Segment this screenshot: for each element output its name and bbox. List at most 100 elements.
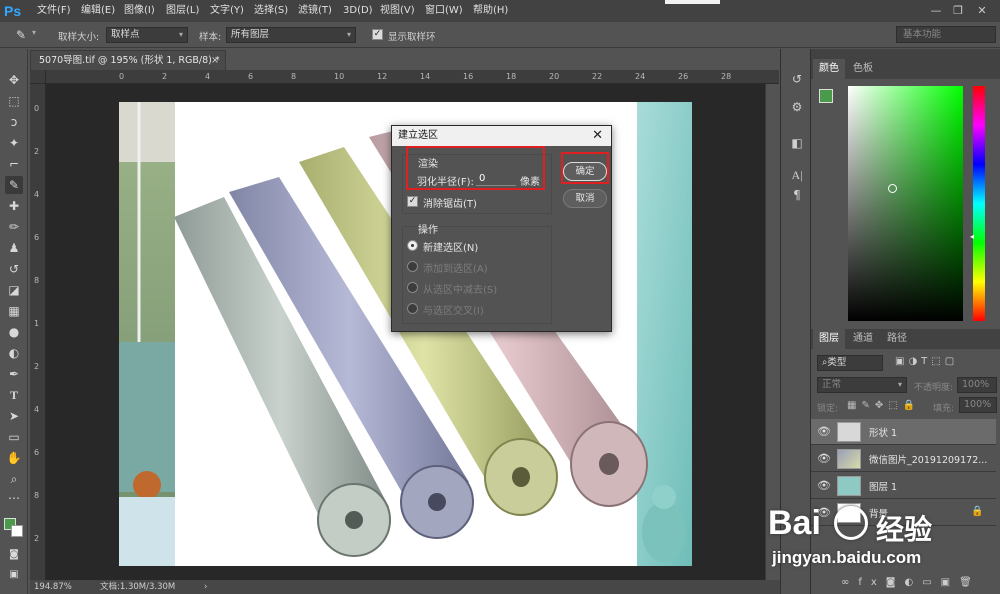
healing-brush-tool-icon[interactable]: ✚ (5, 197, 23, 215)
tab-color[interactable]: 颜色 (813, 59, 845, 79)
move-tool-icon[interactable]: ✥ (5, 71, 23, 89)
color-field[interactable] (848, 86, 963, 321)
eyedropper-tool-icon[interactable]: ✎ (5, 176, 23, 194)
layers-panel-tabs: 图层 通道 路径 (811, 329, 1000, 349)
opacity-label: 不透明度: (914, 383, 954, 393)
zoom-tool-icon[interactable]: ⌕ (5, 470, 23, 488)
type-tool-icon[interactable]: T (5, 386, 23, 404)
ok-button[interactable]: 确定 (563, 162, 607, 181)
document-tab[interactable]: 5070导图.tif @ 195% (形状 1, RGB/8) * × (30, 50, 226, 70)
close-button[interactable]: ✕ (972, 3, 992, 19)
hand-tool-icon[interactable]: ✋ (5, 449, 23, 467)
more-tools-icon[interactable]: ⋯ (5, 489, 23, 507)
path-selection-tool-icon[interactable]: ➤ (5, 407, 23, 425)
lock-icons[interactable]: ▦✎✥⬚🔒 (847, 400, 920, 411)
menu-help[interactable]: 帮助(H) (473, 3, 508, 19)
character-panel-icon[interactable]: A| (789, 167, 805, 183)
sample-select[interactable]: 所有图层 ▾ (226, 27, 356, 43)
eye-icon[interactable]: 👁 (817, 479, 831, 493)
paragraph-panel-icon[interactable]: ¶ (789, 187, 805, 203)
hue-slider-handle[interactable]: ◂ (970, 232, 974, 241)
close-icon[interactable]: × (211, 51, 219, 70)
ruler-tick: 6 (248, 72, 254, 81)
fill-value[interactable]: 100% (959, 397, 997, 413)
tab-channels[interactable]: 通道 (847, 329, 879, 349)
restore-button[interactable]: ❐ (948, 3, 968, 19)
opacity-value[interactable]: 100% (957, 377, 997, 393)
sample-value: 所有图层 (231, 29, 270, 40)
background-color-swatch[interactable] (11, 525, 23, 537)
tab-swatches[interactable]: 色板 (847, 59, 879, 79)
operation-group-label: 操作 (418, 225, 438, 236)
menu-window[interactable]: 窗口(W) (425, 3, 463, 19)
menu-select[interactable]: 选择(S) (254, 3, 288, 19)
blur-tool-icon[interactable]: ● (5, 323, 23, 341)
properties-panel-icon[interactable]: ⚙ (789, 99, 805, 115)
gradient-tool-icon[interactable]: ▦ (5, 302, 23, 320)
tab-layers[interactable]: 图层 (813, 329, 845, 349)
ruler-tick: 16 (463, 72, 474, 81)
photoshop-logo: Ps (4, 3, 22, 19)
workspace-select[interactable]: 基本功能 (896, 26, 996, 43)
cancel-button[interactable]: 取消 (563, 189, 607, 208)
history-brush-tool-icon[interactable]: ↺ (5, 260, 23, 278)
color-panel-tabs: 颜色 色板 (811, 59, 1000, 79)
menu-view[interactable]: 视图(V) (380, 3, 415, 19)
menu-edit[interactable]: 编辑(E) (81, 3, 115, 19)
marquee-tool-icon[interactable]: ⬚ (5, 92, 23, 110)
menu-image[interactable]: 图像(I) (124, 3, 155, 19)
layer-row[interactable]: 👁 图层 1 (811, 473, 996, 499)
screen-mode-icon[interactable]: ▣ (5, 566, 23, 584)
minimize-button[interactable]: — (926, 3, 946, 19)
eraser-tool-icon[interactable]: ◪ (5, 281, 23, 299)
layer-name: 图层 1 (869, 482, 898, 493)
menu-filter[interactable]: 滤镜(T) (298, 3, 332, 19)
vertical-ruler: 0 2 4 6 8 1 2 4 6 8 2 (30, 84, 46, 580)
eyedropper-icon[interactable]: ✎ (13, 27, 29, 43)
blend-mode-select[interactable]: 正常 ▾ (817, 377, 907, 393)
show-ring-checkbox[interactable]: ✓ (372, 29, 383, 40)
menu-layer[interactable]: 图层(L) (166, 3, 199, 19)
op-add-radio[interactable] (407, 261, 418, 272)
color-picker-ring[interactable] (888, 184, 897, 193)
layer-row[interactable]: 👁 微信图片_20191209172... (811, 446, 996, 472)
eye-icon[interactable]: 👁 (817, 425, 831, 439)
tab-paths[interactable]: 路径 (881, 329, 913, 349)
sample-size-select[interactable]: 取样点 ▾ (106, 27, 188, 43)
foreground-color-chip[interactable] (819, 89, 833, 103)
chevron-down-icon: ▾ (178, 30, 183, 39)
stamp-tool-icon[interactable]: ♟ (5, 239, 23, 257)
dialog-close-icon[interactable]: ✕ (592, 126, 603, 146)
zoom-level[interactable]: 194.87% (34, 580, 72, 594)
layer-thumbnail (837, 449, 861, 469)
op-subtract-radio[interactable] (407, 282, 418, 293)
ruler-tick: 24 (635, 72, 646, 81)
brush-tool-icon[interactable]: ✏ (5, 218, 23, 236)
layer-row[interactable]: 👁 形状 1 (811, 419, 996, 445)
eye-icon[interactable]: 👁 (817, 452, 831, 466)
shape-tool-icon[interactable]: ▭ (5, 428, 23, 446)
adjustments-panel-icon[interactable]: ◧ (789, 135, 805, 151)
dodge-tool-icon[interactable]: ◐ (5, 344, 23, 362)
quick-mask-icon[interactable]: ◙ (5, 546, 23, 564)
fill-label: 填充: (933, 404, 955, 414)
tool-preset-caret-icon[interactable]: ▾ (32, 28, 36, 37)
tools-panel: ✥ ⬚ ↄ ✦ ⌐ ✎ ✚ ✏ ♟ ↺ ◪ ▦ ● ◐ ✒ T ➤ ▭ ✋ ⌕ … (0, 49, 28, 594)
op-intersect-radio[interactable] (407, 303, 418, 314)
kind-filter-select[interactable]: ⌕类型 (817, 355, 883, 371)
hue-slider[interactable]: ◂ (970, 86, 985, 321)
menu-type[interactable]: 文字(Y) (210, 3, 244, 19)
antialias-checkbox[interactable]: ✓ (407, 196, 418, 207)
history-panel-icon[interactable]: ↺ (789, 71, 805, 87)
menu-file[interactable]: 文件(F) (37, 3, 71, 19)
ruler-tick: 12 (377, 72, 388, 81)
layer-filter-icons[interactable]: ▣◑T⬚▢ (895, 356, 958, 367)
crop-tool-icon[interactable]: ⌐ (5, 155, 23, 173)
chevron-right-icon[interactable]: › (204, 580, 207, 594)
lasso-tool-icon[interactable]: ↄ (5, 113, 23, 131)
pen-tool-icon[interactable]: ✒ (5, 365, 23, 383)
menu-3d[interactable]: 3D(D) (343, 3, 373, 19)
op-new-radio[interactable] (407, 240, 418, 251)
ruler-tick: 2 (34, 147, 40, 156)
magic-wand-tool-icon[interactable]: ✦ (5, 134, 23, 152)
